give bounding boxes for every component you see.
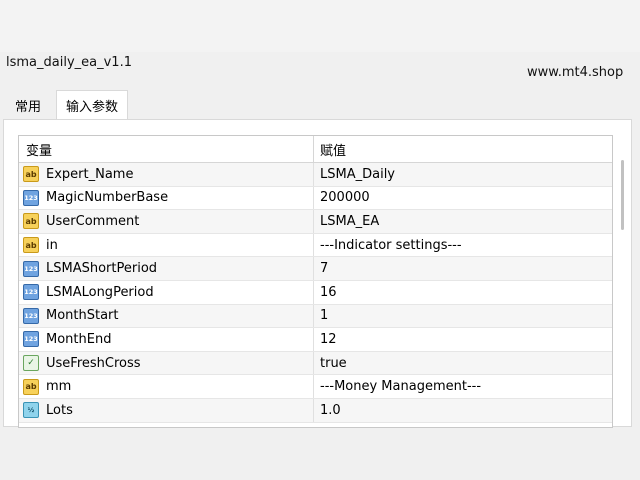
parameter-name-cell[interactable]: ab UserComment — [19, 210, 314, 233]
parameter-name: Expert_Name — [46, 166, 134, 182]
parameter-name: Lots — [46, 402, 73, 418]
tab-common[interactable]: 常用 — [4, 92, 52, 118]
parameter-row[interactable]: ab Expert_Name LSMA_Daily — [19, 163, 612, 187]
parameter-row[interactable]: ab UserComment LSMA_EA — [19, 210, 612, 234]
integer-type-icon: 123 — [23, 189, 39, 206]
parameter-name: UserComment — [46, 213, 140, 229]
parameter-value: 7 — [320, 261, 329, 277]
parameter-value-cell[interactable]: 7 — [314, 257, 612, 280]
parameter-name-cell[interactable]: 123 MonthStart — [19, 304, 314, 328]
parameter-row[interactable]: 123 LSMALongPeriod 16 — [19, 280, 612, 305]
parameter-name: LSMAShortPeriod — [46, 261, 158, 277]
parameter-row[interactable]: ✓ UseFreshCross true — [19, 351, 612, 376]
column-header-variable[interactable]: 变量 — [19, 136, 314, 162]
parameter-value: 200000 — [320, 190, 370, 206]
grid-header: 变量 赋值 — [19, 136, 612, 163]
parameter-value-cell[interactable]: 200000 — [314, 187, 612, 210]
parameter-name: UseFreshCross — [46, 355, 141, 371]
column-header-value[interactable]: 赋值 — [314, 136, 612, 162]
parameter-name-cell[interactable]: ab in — [19, 233, 314, 257]
parameter-name-cell[interactable]: ½ Lots — [19, 398, 314, 422]
parameter-name-cell[interactable]: 123 LSMALongPeriod — [19, 280, 314, 304]
parameter-name: mm — [46, 379, 72, 395]
integer-type-icon: 123 — [23, 260, 39, 277]
parameter-value: LSMA_Daily — [320, 166, 395, 182]
parameter-row[interactable]: 123 LSMAShortPeriod 7 — [19, 257, 612, 281]
integer-type-icon: 123 — [23, 284, 39, 301]
string-type-icon: ab — [23, 166, 39, 183]
tab-bar: 常用 输入参数 — [0, 90, 640, 120]
parameter-name: MagicNumberBase — [46, 190, 169, 206]
parameter-value-cell[interactable]: LSMA_EA — [314, 210, 612, 233]
string-type-icon: ab — [23, 378, 39, 395]
parameter-name-cell[interactable]: ab Expert_Name — [19, 163, 314, 186]
parameter-value-cell[interactable]: 16 — [314, 281, 612, 304]
boolean-type-icon: ✓ — [23, 355, 39, 372]
parameter-name: MonthStart — [46, 308, 119, 324]
parameter-value: LSMA_EA — [320, 213, 380, 229]
window-title: lsma_daily_ea_v1.1 — [6, 55, 132, 70]
parameter-row[interactable]: 123 MagicNumberBase 200000 — [19, 186, 612, 211]
parameter-name-cell[interactable]: ✓ UseFreshCross — [19, 351, 314, 375]
parameter-value: true — [320, 355, 347, 371]
parameter-name-cell[interactable]: 123 LSMAShortPeriod — [19, 257, 314, 280]
parameter-name-cell[interactable]: ab mm — [19, 375, 314, 398]
parameter-name-cell[interactable]: 123 MonthEnd — [19, 328, 314, 351]
parameter-value: ---Indicator settings--- — [320, 237, 462, 253]
parameter-value: 1.0 — [320, 402, 341, 418]
vertical-scrollbar[interactable] — [621, 160, 625, 360]
double-type-icon: ½ — [23, 402, 39, 419]
site-watermark: www.mt4.shop — [527, 65, 624, 80]
string-type-icon: ab — [23, 237, 39, 254]
parameter-name: in — [46, 237, 58, 253]
parameter-row[interactable]: 123 MonthStart 1 — [19, 304, 612, 329]
parameter-value-cell[interactable]: true — [314, 351, 612, 375]
parameter-row[interactable]: 123 MonthEnd 12 — [19, 328, 612, 352]
parameter-value-cell[interactable]: LSMA_Daily — [314, 163, 612, 186]
parameter-value-cell[interactable]: 1 — [314, 304, 612, 328]
parameter-value-cell[interactable]: 1.0 — [314, 398, 612, 422]
parameter-value: 16 — [320, 284, 337, 300]
parameter-name-cell[interactable]: 123 MagicNumberBase — [19, 186, 314, 210]
parameter-name: LSMALongPeriod — [46, 284, 154, 300]
parameter-value: 12 — [320, 331, 337, 347]
grid-body: ab Expert_Name LSMA_Daily 123 MagicNumberBas… — [19, 163, 612, 423]
parameter-value: 1 — [320, 308, 329, 324]
scroll-thumb[interactable] — [621, 160, 624, 230]
parameter-name: MonthEnd — [46, 331, 112, 347]
integer-type-icon: 123 — [23, 331, 39, 348]
parameter-row[interactable]: ab mm ---Money Management--- — [19, 375, 612, 399]
parameter-row[interactable]: ab in ---Indicator settings--- — [19, 233, 612, 258]
parameter-value: ---Money Management--- — [320, 379, 482, 395]
parameter-row[interactable]: ½ Lots 1.0 — [19, 398, 612, 423]
tab-input-parameters[interactable]: 输入参数 — [56, 90, 128, 120]
tab-panel: 变量 赋值 ab Expert_Name LSMA_Daily 123 MagicNum… — [3, 119, 632, 428]
parameter-value-cell[interactable]: ---Money Management--- — [314, 375, 612, 398]
integer-type-icon: 123 — [23, 307, 39, 324]
string-type-icon: ab — [23, 213, 39, 230]
parameter-value-cell[interactable]: ---Indicator settings--- — [314, 234, 612, 257]
top-background — [0, 0, 640, 52]
parameters-grid: 变量 赋值 ab Expert_Name LSMA_Daily 123 MagicNum… — [18, 135, 613, 428]
parameter-value-cell[interactable]: 12 — [314, 328, 612, 351]
